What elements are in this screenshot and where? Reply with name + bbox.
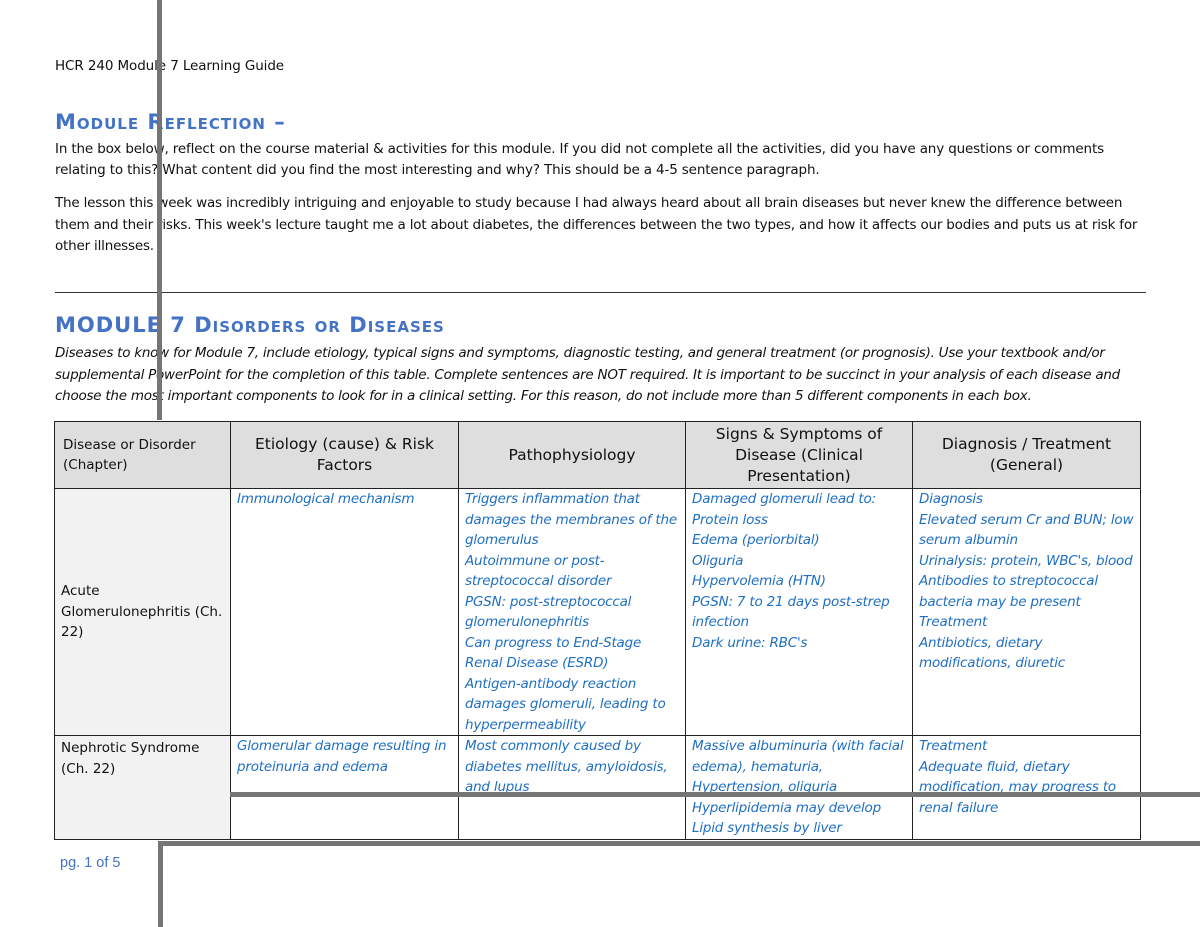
- cell-entry: Protein loss: [692, 511, 768, 528]
- cell-entry: Can progress to End-Stage Renal Disease …: [465, 634, 642, 672]
- disease-name-cell: Nephrotic Syndrome (Ch. 22): [54, 735, 231, 840]
- cell-entry: Edema (periorbital): [692, 532, 820, 548]
- module-reflection-heading: Module Reflection –: [55, 110, 286, 134]
- disease-table: Disease or Disorder (Chapter) Etiology (…: [54, 421, 1141, 840]
- pathophysiology-cell: Most commonly caused by diabetes mellitu…: [458, 735, 686, 840]
- cell-entry: Immunological mechanism: [237, 491, 415, 507]
- reflection-answer: The lesson this week was incredibly intr…: [55, 195, 1138, 254]
- signs-cell: Massive albuminuria (with facial edema),…: [685, 735, 913, 840]
- cell-entry: Elevated serum Cr and BUN; low serum alb…: [919, 511, 1134, 549]
- cell-entry: Hypervolemia (HTN): [692, 573, 826, 589]
- document-page: HCR 240 Module 7 Learning Guide Module R…: [0, 0, 1200, 927]
- cell-entry: Oliguria: [692, 552, 744, 569]
- cell-entry: Treatment: [919, 738, 988, 754]
- cell-entry: Antigen-antibody reaction damages glomer…: [465, 675, 666, 733]
- cell-entry: Diagnosis: [919, 491, 983, 507]
- column-header-signs: Signs & Symptoms of Disease (Clinical Pr…: [685, 421, 913, 489]
- cell-entry: Antibiotics, dietary modifications, diur…: [919, 634, 1066, 672]
- overlay-vertical-line: [157, 0, 162, 420]
- overlay-vertical-line-lower: [158, 841, 163, 927]
- diagnosis-cell: Diagnosis Elevated serum Cr and BUN; low …: [912, 488, 1141, 736]
- diseases-heading: MODULE 7 Disorders or Diseases: [55, 313, 445, 337]
- cell-entry: PGSN: 7 to 21 days post-strep infection: [692, 593, 890, 631]
- cell-entry: Antibodies to streptococcal bacteria may…: [919, 573, 1098, 610]
- column-header-diagnosis: Diagnosis / Treatment (General): [912, 421, 1141, 489]
- cell-entry: Triggers inflammation that damages the m…: [465, 491, 677, 548]
- cell-entry: Lipid synthesis by liver: [692, 820, 842, 836]
- diagnosis-cell: Treatment Adequate fluid, dietary modific…: [912, 735, 1141, 840]
- pathophysiology-cell: Triggers inflammation that damages the m…: [458, 488, 686, 736]
- cell-entry: Damaged glomeruli lead to:: [692, 491, 876, 507]
- overlay-horizontal-line-upper: [230, 792, 1200, 797]
- column-header-disease: Disease or Disorder (Chapter): [54, 421, 231, 489]
- etiology-cell: Glomerular damage resulting in proteinur…: [230, 735, 459, 840]
- cell-entry: Autoimmune or post-streptococcal disorde…: [465, 552, 612, 590]
- diseases-instructions: Diseases to know for Module 7, include e…: [55, 345, 1120, 404]
- cell-entry: PGSN: post-streptococcal glomerulonephri…: [465, 593, 632, 631]
- table-row: Nephrotic Syndrome (Ch. 22) Glomerular d…: [54, 735, 1141, 840]
- document-header: HCR 240 Module 7 Learning Guide: [55, 58, 285, 74]
- cell-entry: Dark urine: RBC's: [692, 634, 808, 651]
- cell-entry: Treatment: [919, 614, 988, 630]
- cell-entry: Massive albuminuria (with facial edema),…: [692, 738, 904, 795]
- table-header-row: Disease or Disorder (Chapter) Etiology (…: [54, 421, 1141, 489]
- column-header-pathophysiology: Pathophysiology: [458, 421, 686, 489]
- cell-entry: Most commonly caused by diabetes mellitu…: [465, 738, 668, 795]
- page-number: pg. 1 of 5: [60, 855, 121, 871]
- section-divider: [55, 292, 1146, 293]
- overlay-horizontal-line-lower: [158, 841, 1200, 846]
- reflection-prompt: In the box below, reflect on the course …: [55, 141, 1104, 178]
- disease-name-cell: Acute Glomerulonephritis (Ch. 22): [54, 488, 231, 736]
- cell-entry: Glomerular damage resulting in proteinur…: [237, 738, 447, 775]
- column-header-etiology: Etiology (cause) & Risk Factors: [230, 421, 459, 489]
- etiology-cell: Immunological mechanism: [230, 488, 459, 736]
- signs-cell: Damaged glomeruli lead to: Protein loss Ed…: [685, 488, 913, 736]
- cell-entry: Urinalysis: protein, WBC's, blood: [919, 552, 1133, 569]
- table-row: Acute Glomerulonephritis (Ch. 22) Immuno…: [54, 488, 1141, 736]
- cell-entry: Adequate fluid, dietary modification, ma…: [919, 758, 1116, 816]
- cell-entry: Hyperlipidemia may develop: [692, 799, 881, 816]
